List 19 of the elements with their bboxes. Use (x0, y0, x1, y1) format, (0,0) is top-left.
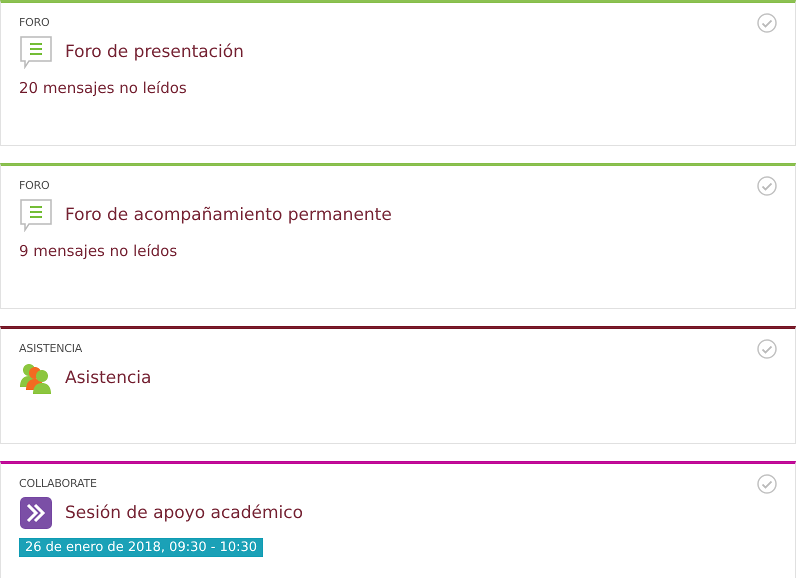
activity-title-link[interactable]: Foro de acompañamiento permanente (65, 205, 392, 225)
completion-check-icon[interactable] (757, 176, 777, 196)
activity-title-link[interactable]: Foro de presentación (65, 42, 244, 62)
unread-messages-link[interactable]: 9 mensajes no leídos (19, 242, 777, 260)
unread-messages-link[interactable]: 20 mensajes no leídos (19, 79, 777, 97)
activity-category: ASISTENCIA (19, 342, 82, 355)
people-icon (19, 361, 53, 395)
activity-title-link[interactable]: Asistencia (65, 368, 152, 388)
activity-category: FORO (19, 16, 50, 29)
activity-category: FORO (19, 179, 50, 192)
completion-check-icon[interactable] (757, 13, 777, 33)
completion-check-icon[interactable] (757, 339, 777, 359)
activity-category: COLLABORATE (19, 477, 97, 490)
date-tag: 26 de enero de 2018, 09:30 - 10:30 (19, 538, 264, 557)
activity-title-link[interactable]: Sesión de apoyo académico (65, 503, 303, 523)
speech-bubble-icon (19, 35, 53, 69)
speech-bubble-icon (19, 198, 53, 232)
double-chevron-icon (19, 496, 53, 530)
completion-check-icon[interactable] (757, 474, 777, 494)
